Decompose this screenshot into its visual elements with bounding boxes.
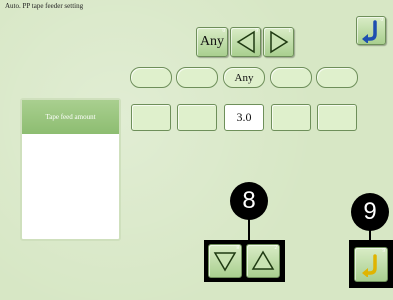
enter-button[interactable]: 9	[354, 247, 388, 282]
scroll-buttons-highlight: 8 2	[204, 240, 285, 282]
triangle-left-icon	[236, 30, 255, 54]
any-button-label: Any	[199, 34, 225, 49]
value-slot-2[interactable]	[177, 104, 217, 131]
tape-feed-amount-panel: Tape feed amount	[20, 98, 121, 241]
next-key-hint: 1	[288, 29, 292, 34]
back-button[interactable]: 0	[356, 16, 386, 45]
triangle-down-icon	[213, 252, 237, 272]
scroll-down-key-hint: 8	[236, 246, 240, 251]
option-slot-2[interactable]	[176, 67, 218, 88]
callout-8: 8	[230, 182, 268, 220]
feeder-setting-screen: Auto. PP tape feeder setting Any 0 9 1 0…	[0, 0, 393, 300]
enter-key-hint: 9	[382, 249, 386, 254]
next-button[interactable]: 1	[263, 27, 294, 57]
scroll-up-key-hint: 2	[274, 246, 278, 251]
any-key-hint: 0	[222, 29, 226, 34]
return-arrow-icon	[362, 253, 377, 277]
value-slot-4[interactable]	[271, 104, 311, 131]
option-slot-5[interactable]	[316, 67, 358, 88]
value-slot-5[interactable]	[317, 104, 357, 131]
value-slot-3[interactable]: 3.0	[224, 104, 264, 131]
callout-9: 9	[351, 193, 389, 231]
triangle-up-icon	[251, 250, 275, 270]
callout-8-leader-line	[248, 218, 250, 242]
scroll-up-button[interactable]: 2	[246, 244, 280, 278]
enter-button-highlight: 9	[349, 240, 393, 288]
return-arrow-icon	[362, 19, 377, 43]
scroll-down-button[interactable]: 8	[208, 244, 242, 278]
previous-key-hint: 9	[255, 29, 259, 34]
any-button[interactable]: Any 0	[196, 27, 228, 57]
back-key-hint: 0	[380, 18, 384, 23]
option-slot-4[interactable]	[270, 67, 312, 88]
triangle-right-icon	[269, 30, 288, 54]
option-slot-1[interactable]	[130, 67, 172, 88]
previous-button[interactable]: 9	[230, 27, 261, 57]
panel-heading: Tape feed amount	[22, 100, 119, 134]
option-slot-3[interactable]: Any	[223, 67, 265, 88]
screen-title: Auto. PP tape feeder setting	[5, 2, 84, 10]
value-slot-1[interactable]	[131, 104, 171, 131]
